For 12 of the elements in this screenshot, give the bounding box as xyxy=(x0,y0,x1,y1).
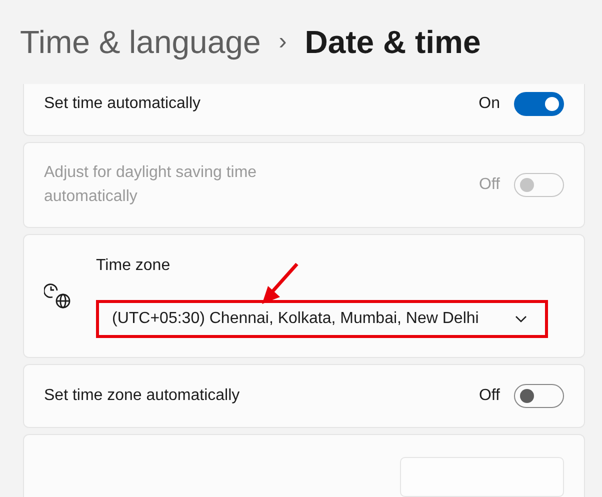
setting-label: Set time automatically xyxy=(44,94,202,114)
setting-label: Time zone xyxy=(96,256,172,276)
time-zone-dropdown[interactable]: (UTC+05:30) Chennai, Kolkata, Mumbai, New Delhi xyxy=(96,300,548,338)
toggle-state: Off xyxy=(478,175,500,195)
setting-label: Set time zone automatically xyxy=(44,386,241,406)
dropdown-value: (UTC+05:30) Chennai, Kolkata, Mumbai, New Delhi xyxy=(112,309,479,329)
toggle-state: Off xyxy=(478,386,500,406)
breadcrumb-parent[interactable]: Time & language xyxy=(20,18,261,66)
setting-label: Adjust for daylight saving time automatically xyxy=(44,163,258,207)
toggle-state: On xyxy=(478,94,500,114)
breadcrumb-separator: › xyxy=(278,27,287,57)
page-title: Date & time xyxy=(304,23,481,62)
